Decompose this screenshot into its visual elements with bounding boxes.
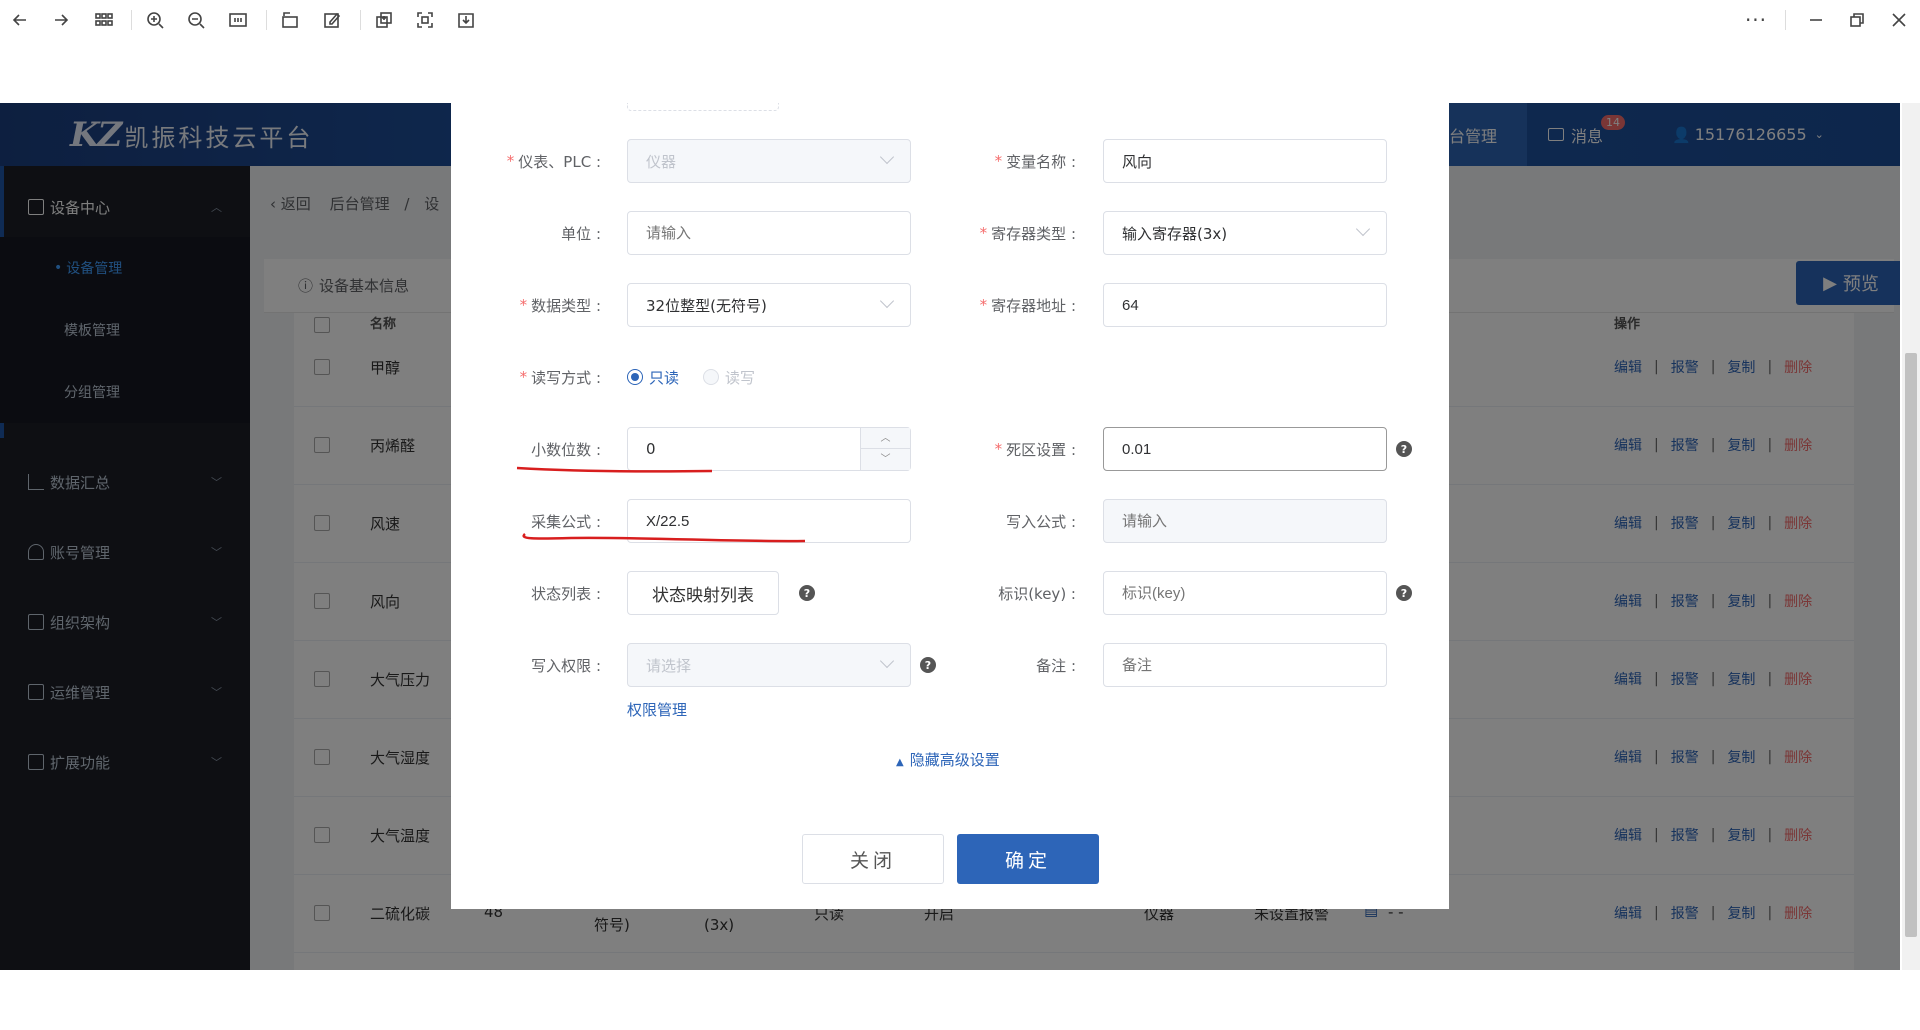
rw-readwrite-label[interactable]: 读写 [725, 367, 755, 388]
help-icon[interactable]: ? [920, 657, 936, 673]
decimals-value: 0 [646, 440, 656, 458]
annotation-underline [516, 466, 806, 543]
label-text: 数据类型 : [531, 296, 601, 315]
restore-icon[interactable] [1843, 6, 1871, 34]
write-perm-label: 写入权限 : [531, 656, 601, 675]
key-label: 标识(key) : [998, 584, 1076, 603]
write-formula-input [1103, 499, 1387, 543]
status-map-button[interactable]: 状态映射列表 [627, 571, 779, 615]
zoom-in-icon[interactable] [141, 6, 169, 34]
deadband-input[interactable] [1103, 427, 1387, 471]
hide-advanced-toggle[interactable]: ▲ 隐藏高级设置 [896, 749, 1000, 770]
chevron-down-icon [1355, 221, 1371, 237]
upload-box-edge [627, 103, 779, 111]
download-icon[interactable] [452, 6, 480, 34]
crop-copy-icon[interactable] [370, 6, 398, 34]
write-perm-select: 请选择 [627, 643, 911, 687]
chevron-down-icon [879, 293, 895, 309]
write-formula-label: 写入公式 : [1006, 512, 1076, 531]
hide-advanced-label: 隐藏高级设置 [909, 751, 1000, 769]
remark-label: 备注 : [1036, 656, 1076, 675]
remark-input[interactable] [1103, 643, 1387, 687]
stepper-down-icon[interactable]: ﹀ [861, 449, 910, 470]
help-icon[interactable]: ? [1396, 441, 1412, 457]
regaddr-label: * 寄存器地址 : [979, 296, 1076, 315]
regtype-value: 输入寄存器(3x) [1122, 224, 1228, 243]
edit-icon[interactable] [318, 6, 346, 34]
label-text: 寄存器类型 : [991, 224, 1076, 243]
datatype-select[interactable]: 32位整型(无符号) [627, 283, 911, 327]
forward-arrow-icon[interactable] [47, 6, 75, 34]
meter-select[interactable]: 仪器 [627, 139, 911, 183]
label-text: 死区设置 : [1006, 440, 1076, 459]
regtype-select[interactable]: 输入寄存器(3x) [1103, 211, 1387, 255]
toolbar-divider [266, 10, 267, 30]
datatype-value: 32位整型(无符号) [646, 296, 767, 315]
more-menu-icon[interactable]: ··· [1742, 6, 1770, 34]
help-icon[interactable]: ? [799, 585, 815, 601]
close-window-icon[interactable] [1885, 6, 1913, 34]
varname-input[interactable] [1103, 139, 1387, 183]
status-list-label: 状态列表 : [531, 584, 601, 603]
toolbar-divider [131, 10, 132, 30]
regaddr-input[interactable] [1103, 283, 1387, 327]
label-text: 仪表、PLC : [518, 152, 601, 171]
toolbar-divider [360, 10, 361, 30]
rw-readwrite-radio[interactable] [703, 369, 719, 385]
rw-label: * 读写方式 : [519, 368, 601, 387]
toolbar-divider [1785, 10, 1786, 30]
zoom-out-icon[interactable] [182, 6, 210, 34]
stepper-up-icon[interactable]: ︿ [861, 428, 910, 449]
datatype-label: * 数据类型 : [519, 296, 601, 315]
stepper-controls: ︿ ﹀ [860, 428, 910, 470]
write-perm-placeholder: 请选择 [646, 656, 692, 675]
chevron-down-icon [879, 653, 895, 669]
meter-value: 仪器 [646, 152, 677, 171]
varname-label: * 变量名称 : [994, 152, 1076, 171]
caret-up-icon: ▲ [896, 757, 904, 768]
close-button[interactable]: 关闭 [802, 834, 944, 884]
label-text: 寄存器地址 : [991, 296, 1076, 315]
meter-label: * 仪表、PLC : [506, 152, 601, 171]
chevron-down-icon [879, 149, 895, 165]
unit-label: 单位 : [561, 224, 601, 243]
regtype-label: * 寄存器类型 : [979, 224, 1076, 243]
perm-manage-link[interactable]: 权限管理 [627, 699, 687, 720]
deadband-label: * 死区设置 : [994, 440, 1076, 459]
fullscreen-icon[interactable] [411, 6, 439, 34]
label-text: 读写方式 : [531, 368, 601, 387]
confirm-button[interactable]: 确定 [957, 834, 1099, 884]
unit-input[interactable] [627, 211, 911, 255]
help-icon[interactable]: ? [1396, 585, 1412, 601]
key-input[interactable] [1103, 571, 1387, 615]
variable-edit-dialog: *仪表、PLC : 仪器 *变量名称 : 单位 : *寄存器类型 : 输入寄存器… [451, 103, 1449, 909]
label-text: 变量名称 : [1006, 152, 1076, 171]
rw-readonly-label[interactable]: 只读 [649, 367, 679, 388]
minimize-icon[interactable] [1802, 6, 1830, 34]
viewer-toolbar: ··· [0, 0, 1920, 40]
grid-view-icon[interactable] [90, 6, 118, 34]
rw-readonly-radio[interactable] [627, 369, 643, 385]
rotate-icon[interactable] [276, 6, 304, 34]
fit-width-icon[interactable] [224, 6, 252, 34]
back-arrow-icon[interactable] [6, 6, 34, 34]
scrollbar-thumb[interactable] [1905, 353, 1917, 937]
